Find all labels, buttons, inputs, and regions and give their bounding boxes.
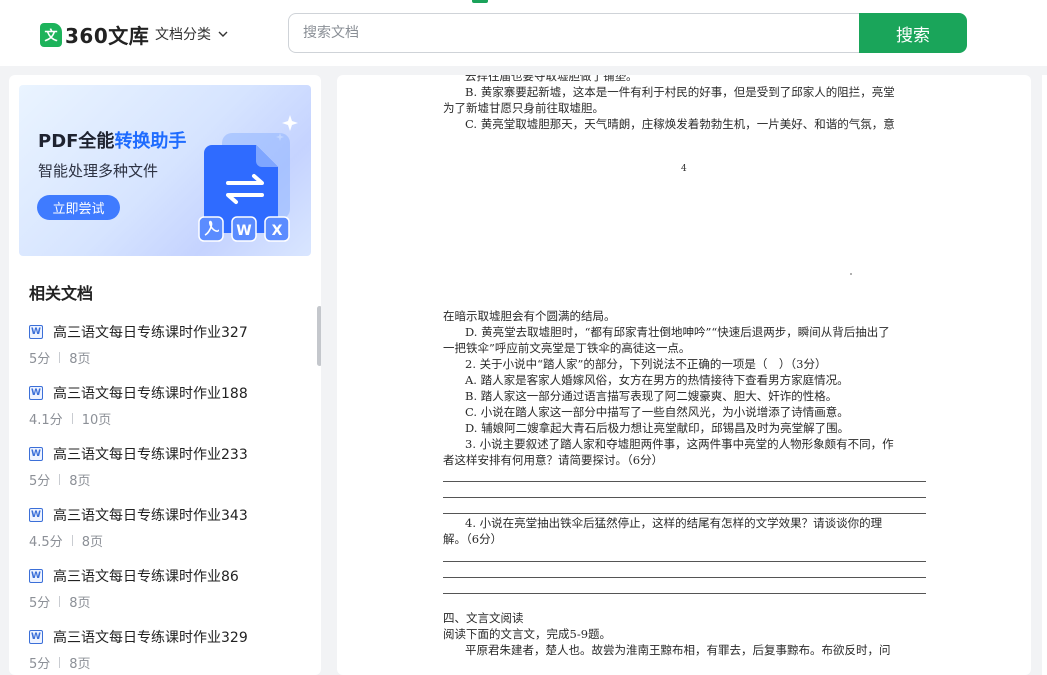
- divider: [71, 413, 73, 424]
- answer-line: [443, 577, 926, 578]
- list-item[interactable]: W 高三语文每日专练课时作业343 4.5分 8页: [29, 505, 309, 563]
- doc-title: 高三语文每日专练课时作业233: [53, 447, 248, 463]
- section-heading: 四、文言文阅读: [443, 611, 524, 625]
- divider: [71, 535, 73, 546]
- doc-score: 4.1分: [29, 413, 63, 428]
- top-accent-mark: [472, 0, 488, 3]
- category-label: 文档分类: [155, 27, 211, 43]
- doc-score: 5分: [29, 352, 51, 367]
- banner-title-highlight: 转换助手: [114, 131, 187, 152]
- doc-line: 3. 小说主要叙述了踏人家和夺墟胆两件事，这两件事中亮堂的人物形象颇有不同，作: [465, 437, 894, 451]
- divider: [59, 657, 61, 668]
- answer-line: [443, 561, 926, 562]
- doc-title: 高三语文每日专练课时作业327: [53, 325, 248, 341]
- doc-line: D. 黄亮堂去取墟胆时，“都有邱家青壮倒地呻吟”“快速后退两步，瞬间从背后抽出了: [465, 325, 890, 339]
- word-doc-icon: W: [29, 508, 43, 522]
- doc-line: B. 踏人家这一部分通过语言描写表现了阿二嫂豪爽、胆大、奸诈的性格。: [465, 389, 838, 403]
- top-bar: 文 360文库 文档分类 搜索: [0, 0, 1047, 66]
- chevron-down-icon: [218, 31, 228, 37]
- search-input[interactable]: [289, 14, 860, 52]
- excel-badge-icon: X: [272, 223, 283, 239]
- answer-line: [443, 481, 926, 482]
- list-item[interactable]: W 高三语文每日专练课时作业188 4.1分 10页: [29, 383, 309, 441]
- banner-title-prefix: PDF全能: [38, 131, 115, 152]
- right-panel-edge: [1042, 75, 1047, 675]
- file-convert-illustration-icon: W X: [198, 115, 298, 242]
- answer-line: [443, 593, 926, 594]
- doc-line: 2. 关于小说中“踏人家”的部分，下列说法不正确的一项是（ ）（3分）: [465, 357, 827, 371]
- doc-score: 4.5分: [29, 535, 63, 550]
- doc-title: 高三语文每日专练课时作业343: [53, 508, 248, 524]
- word-doc-icon: W: [29, 569, 43, 583]
- doc-line: 为了新墟甘愿只身前往取墟胆。: [443, 101, 604, 115]
- doc-pages: 8页: [69, 352, 91, 367]
- doc-line: 者这样安排有何用意？请简要探讨。（6分）: [443, 453, 664, 467]
- word-doc-icon: W: [29, 325, 43, 339]
- list-item[interactable]: W 高三语文每日专练课时作业233 5分 8页: [29, 444, 309, 502]
- word-doc-icon: W: [29, 447, 43, 461]
- word-doc-icon: W: [29, 630, 43, 644]
- list-item[interactable]: W 高三语文每日专练课时作业86 5分 8页: [29, 566, 309, 624]
- divider: [59, 474, 61, 485]
- doc-line: B. 黄家寨要起新墟，这本是一件有利于村民的好事，但是受到了邱家人的阻拦，亮堂: [465, 85, 895, 99]
- doc-line: 在暗示取墟胆会有个圆满的结局。: [443, 309, 616, 323]
- banner-subtitle: 智能处理多种文件: [38, 162, 159, 180]
- doc-title: 高三语文每日专练课时作业329: [53, 630, 248, 646]
- doc-score: 5分: [29, 596, 51, 611]
- doc-line: 4. 小说在亮堂抽出铁伞后猛然停止，这样的结尾有怎样的文学效果？请谈谈你的理: [465, 516, 883, 530]
- doc-title: 高三语文每日专练课时作业188: [53, 386, 248, 402]
- word-doc-icon: W: [29, 386, 43, 400]
- doc-line: 去捍往届也要夺取墟胆做了铺垫。: [465, 75, 638, 83]
- doc-line: 阅读下面的文言文，完成5-9题。: [443, 627, 612, 641]
- page-number: 4: [681, 164, 687, 174]
- doc-line: D. 辅娘阿二嫂拿起大青石后极力想让亮堂献印，邱锡昌及时为亮堂解了围。: [465, 421, 850, 435]
- answer-line: [443, 513, 926, 514]
- logo[interactable]: 文 360文库: [40, 20, 149, 49]
- sidebar: PDF全能转换助手 智能处理多种文件 立即尝试 W X 相关文档 W 高三语文每日…: [9, 75, 321, 675]
- related-docs-title: 相关文档: [29, 284, 94, 303]
- logo-icon: 文: [40, 22, 62, 47]
- divider: [59, 596, 61, 607]
- list-item[interactable]: W 高三语文每日专练课时作业329 5分 8页: [29, 627, 309, 675]
- divider: [59, 352, 61, 363]
- document-viewer: 去捍往届也要夺取墟胆做了铺垫。 B. 黄家寨要起新墟，这本是一件有利于村民的好事…: [337, 75, 1031, 675]
- sidebar-scrollbar[interactable]: [317, 306, 321, 366]
- doc-line: C. 小说在踏人家这一部分中描写了一些自然风光，为小说增添了诗情画意。: [465, 405, 849, 419]
- logo-text: 360文库: [65, 24, 150, 48]
- doc-line: 平原君朱建者，楚人也。故尝为淮南王黥布相，有罪去，后复事黥布。布欲反时，问: [465, 643, 891, 657]
- category-dropdown[interactable]: 文档分类: [155, 24, 229, 44]
- list-item[interactable]: W 高三语文每日专练课时作业327 5分 8页: [29, 322, 309, 380]
- doc-line: A. 踏人家是客家人婚嫁风俗，女方在男方的热情接待下查看男方家庭情况。: [465, 373, 849, 387]
- doc-score: 5分: [29, 657, 51, 672]
- doc-line: C. 黄亮堂取墟胆那天，天气晴朗，庄稼焕发着勃勃生机，一片美好、和谐的气氛，意: [465, 117, 895, 131]
- word-badge-icon: W: [236, 223, 251, 239]
- pdf-converter-banner[interactable]: PDF全能转换助手 智能处理多种文件 立即尝试 W X: [19, 85, 311, 256]
- search-field[interactable]: [288, 13, 860, 53]
- doc-line: 一把铁伞”呼应前文亮堂是丁铁伞的高徒这一点。: [443, 341, 691, 355]
- answer-line: [443, 497, 926, 498]
- doc-pages: 8页: [69, 474, 91, 489]
- banner-try-button[interactable]: 立即尝试: [37, 195, 120, 220]
- doc-pages: 8页: [81, 535, 103, 550]
- banner-title: PDF全能转换助手: [38, 127, 186, 153]
- doc-line: 解。（6分）: [443, 532, 503, 546]
- doc-pages: 8页: [69, 596, 91, 611]
- doc-title: 高三语文每日专练课时作业86: [53, 569, 239, 585]
- doc-pages: 10页: [81, 413, 112, 428]
- doc-pages: 8页: [69, 657, 91, 672]
- scan-speck: [850, 273, 852, 275]
- doc-score: 5分: [29, 474, 51, 489]
- search-button[interactable]: 搜索: [859, 13, 967, 53]
